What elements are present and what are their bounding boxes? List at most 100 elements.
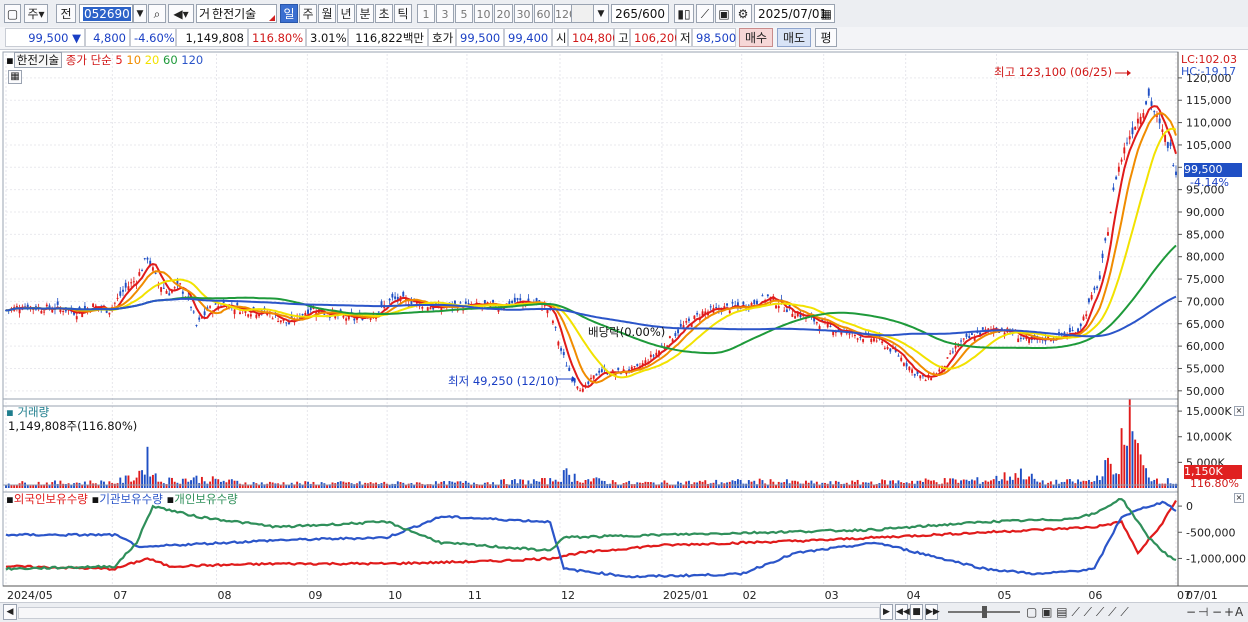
candle-body: [590, 377, 592, 379]
legend-ma-5[interactable]: 5: [115, 53, 126, 67]
sell-button[interactable]: 매도: [777, 28, 811, 47]
date-field[interactable]: 2025/07/01 ▦: [754, 4, 835, 23]
calendar-icon[interactable]: ▦: [821, 5, 832, 24]
rewind-icon[interactable]: ◀◀: [895, 604, 910, 620]
candle-body: [192, 311, 195, 313]
layout-icons[interactable]: ▢ ▣ ▤ ⟋ ⟋ ⟋ ⟋ ⟋: [1026, 605, 1129, 619]
sound-icon[interactable]: ◀▾: [168, 4, 194, 23]
eval-button[interactable]: 평: [815, 28, 837, 47]
interval-button-10[interactable]: 10: [474, 4, 493, 23]
gear-icon[interactable]: ⚙: [734, 4, 752, 23]
minus-icon[interactable]: −: [1212, 605, 1222, 619]
period-button-6[interactable]: 틱: [394, 4, 412, 23]
candle-body: [1142, 113, 1145, 118]
volume-bar: [513, 479, 516, 488]
draw-tool-icon[interactable]: ⟋: [696, 4, 714, 23]
candle-body: [946, 357, 949, 359]
candle-type-icon[interactable]: ▮▯: [674, 4, 694, 23]
legend-ma-10[interactable]: 10: [126, 53, 144, 67]
interval-button-3[interactable]: 3: [436, 4, 454, 23]
candle-body: [783, 310, 786, 312]
zoom-out-icon[interactable]: −: [1186, 605, 1196, 619]
market-select[interactable]: 주▾: [24, 4, 48, 23]
volume-bar: [731, 480, 734, 488]
table-icon[interactable]: ▦: [8, 70, 22, 84]
candle-body: [862, 339, 865, 342]
candle-body: [728, 310, 731, 314]
volume-bar: [192, 477, 195, 488]
save-icon[interactable]: ▣: [715, 4, 733, 23]
legend-ma-60[interactable]: 60: [163, 53, 181, 67]
window-icon[interactable]: ▢: [4, 4, 21, 23]
scope-select[interactable]: 전: [56, 4, 76, 23]
volume-bar: [356, 483, 358, 488]
candle-body: [130, 282, 133, 284]
legend-stock[interactable]: 한전기술: [13, 52, 63, 68]
volume-bar: [239, 483, 241, 488]
period-button-1[interactable]: 주: [299, 4, 317, 23]
candle-body: [761, 295, 764, 297]
volume-bar: [502, 479, 505, 488]
stock-code-input[interactable]: 052690: [79, 4, 133, 23]
stop-icon[interactable]: ■: [910, 604, 923, 620]
count-field[interactable]: 265/600: [611, 4, 669, 23]
legend-ma-120[interactable]: 120: [181, 53, 203, 67]
legend-holding-2[interactable]: 개인보유수량: [174, 492, 237, 506]
candle-body: [1120, 159, 1123, 162]
candle-body: [1109, 212, 1112, 214]
period-button-3[interactable]: 년: [337, 4, 355, 23]
volume-bar: [1126, 445, 1128, 488]
search-icon[interactable]: ⌕: [148, 4, 166, 23]
period-button-2[interactable]: 월: [318, 4, 336, 23]
interval-button-60[interactable]: 60: [534, 4, 553, 23]
volume-bar: [856, 479, 859, 488]
volume-bar: [600, 480, 603, 488]
zoom-reset-icon[interactable]: ⊣: [1198, 605, 1208, 619]
candle-body: [554, 326, 557, 328]
chart-scrollbar[interactable]: [18, 607, 880, 619]
candle-body: [179, 283, 182, 285]
candle-body: [342, 315, 345, 318]
close-icon[interactable]: ×: [1234, 406, 1244, 416]
volume-title: 거래량: [17, 405, 50, 419]
candle-body: [829, 325, 832, 327]
legend-ma-20[interactable]: 20: [145, 53, 163, 67]
date-value: 2025/07/01: [758, 7, 828, 21]
legend-holding-0[interactable]: 외국인보유수량: [14, 492, 92, 506]
period-button-5[interactable]: 초: [375, 4, 393, 23]
period-button-4[interactable]: 분: [356, 4, 374, 23]
scroll-left-icon[interactable]: ◀: [3, 604, 17, 620]
zoom-slider-handle[interactable]: [982, 606, 987, 618]
candle-body: [1098, 275, 1101, 280]
scroll-right-icon[interactable]: ▶: [880, 604, 893, 620]
volume-bar: [878, 483, 881, 488]
interval-button-20[interactable]: 20: [494, 4, 513, 23]
volume-bar: [26, 485, 29, 488]
volume-bar: [892, 480, 894, 488]
hc-value: HC:-19.17: [1181, 65, 1237, 78]
candle-body: [696, 313, 699, 315]
code-dropdown-icon[interactable]: ▼: [133, 4, 147, 23]
candle-body: [391, 293, 394, 298]
text-size-icon[interactable]: A: [1235, 605, 1243, 619]
volume-bar: [530, 483, 533, 488]
period-button-0[interactable]: 일: [280, 4, 298, 23]
zoom-in-icon[interactable]: +: [1224, 605, 1234, 619]
volume-bar: [113, 483, 116, 488]
change-value: 4,800: [85, 28, 130, 47]
volume-bar: [698, 480, 701, 488]
close-icon[interactable]: ×: [1234, 493, 1244, 503]
interval-button-5[interactable]: 5: [455, 4, 473, 23]
stock-name-field[interactable]: 거 한전기술: [196, 4, 277, 23]
bottom-bar: ◀ ▶ ◀◀ ■ ▶▶ ▢ ▣ ▤ ⟋ ⟋ ⟋ ⟋ ⟋ − ⊣ − + A: [0, 602, 1248, 622]
legend-holding-1[interactable]: 기관보유수량: [99, 492, 166, 506]
interval-dropdown-icon[interactable]: ▼: [593, 4, 609, 23]
interval-button-1[interactable]: 1: [417, 4, 435, 23]
volume-bar: [247, 485, 250, 488]
candle-body: [173, 287, 176, 289]
fast-forward-icon[interactable]: ▶▶: [925, 604, 940, 620]
volume-bar: [747, 480, 750, 488]
candle-body: [429, 307, 432, 310]
interval-button-30[interactable]: 30: [514, 4, 533, 23]
buy-button[interactable]: 매수: [739, 28, 773, 47]
